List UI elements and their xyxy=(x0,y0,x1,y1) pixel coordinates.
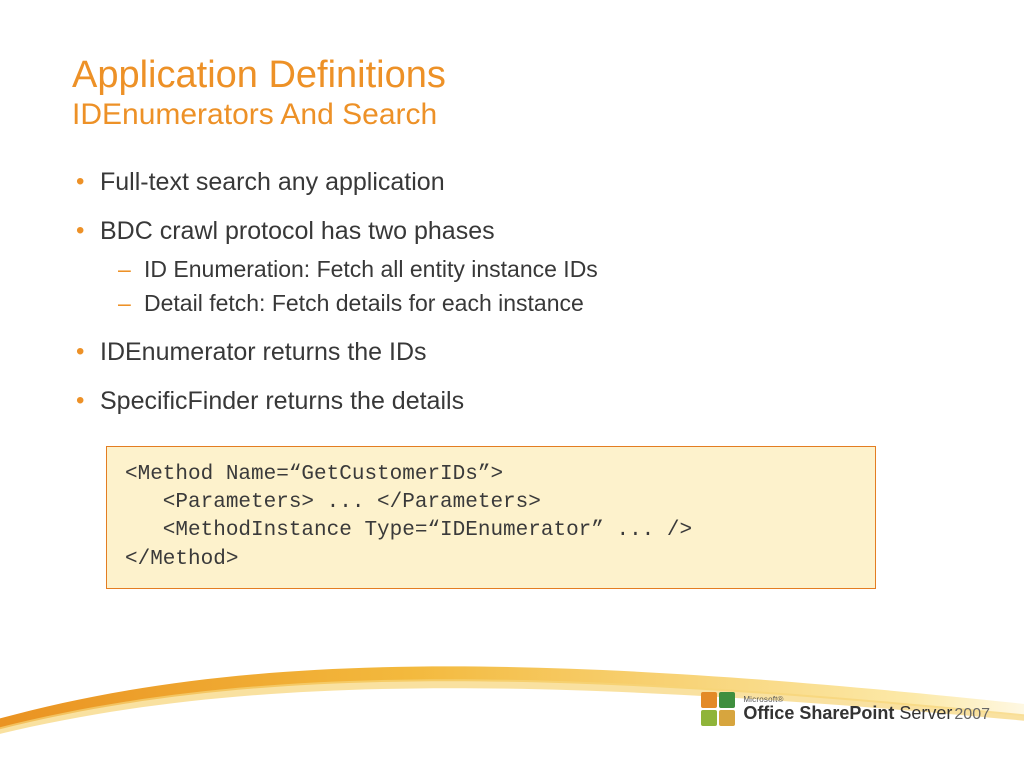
badge-word-server: Server xyxy=(899,703,952,723)
code-sample: <Method Name=“GetCustomerIDs”> <Paramete… xyxy=(106,446,876,589)
bullet-text: IDEnumerator returns the IDs xyxy=(100,338,427,366)
bullet-item: BDC crawl protocol has two phases ID Enu… xyxy=(72,216,952,319)
bullet-item: SpecificFinder returns the details xyxy=(72,386,952,417)
slide: Application Definitions IDEnumerators An… xyxy=(0,0,1024,768)
slide-subtitle: IDEnumerators And Search xyxy=(72,98,952,131)
bullet-text: SpecificFinder returns the details xyxy=(100,387,464,415)
sub-bullet-item: ID Enumeration: Fetch all entity instanc… xyxy=(118,255,952,285)
bullet-list: Full-text search any application BDC cra… xyxy=(72,167,952,418)
slide-title: Application Definitions xyxy=(72,56,952,96)
badge-word-office: Office xyxy=(743,703,794,723)
bullet-item: Full-text search any application xyxy=(72,167,952,198)
badge-text: Microsoft® Office SharePoint Server2007 xyxy=(743,696,990,723)
slide-body: Full-text search any application BDC cra… xyxy=(72,167,952,589)
sub-bullet-list: ID Enumeration: Fetch all entity instanc… xyxy=(100,255,952,319)
bullet-text: Full-text search any application xyxy=(100,168,445,196)
badge-word-sharepoint: SharePoint xyxy=(799,703,894,723)
badge-product-line: Office SharePoint Server2007 xyxy=(743,704,990,723)
bullet-text: BDC crawl protocol has two phases xyxy=(100,217,495,245)
office-logo-icon xyxy=(701,692,735,726)
badge-year: 2007 xyxy=(954,706,990,723)
sub-bullet-item: Detail fetch: Fetch details for each ins… xyxy=(118,289,952,319)
product-badge: Microsoft® Office SharePoint Server2007 xyxy=(701,692,990,726)
bullet-item: IDEnumerator returns the IDs xyxy=(72,337,952,368)
